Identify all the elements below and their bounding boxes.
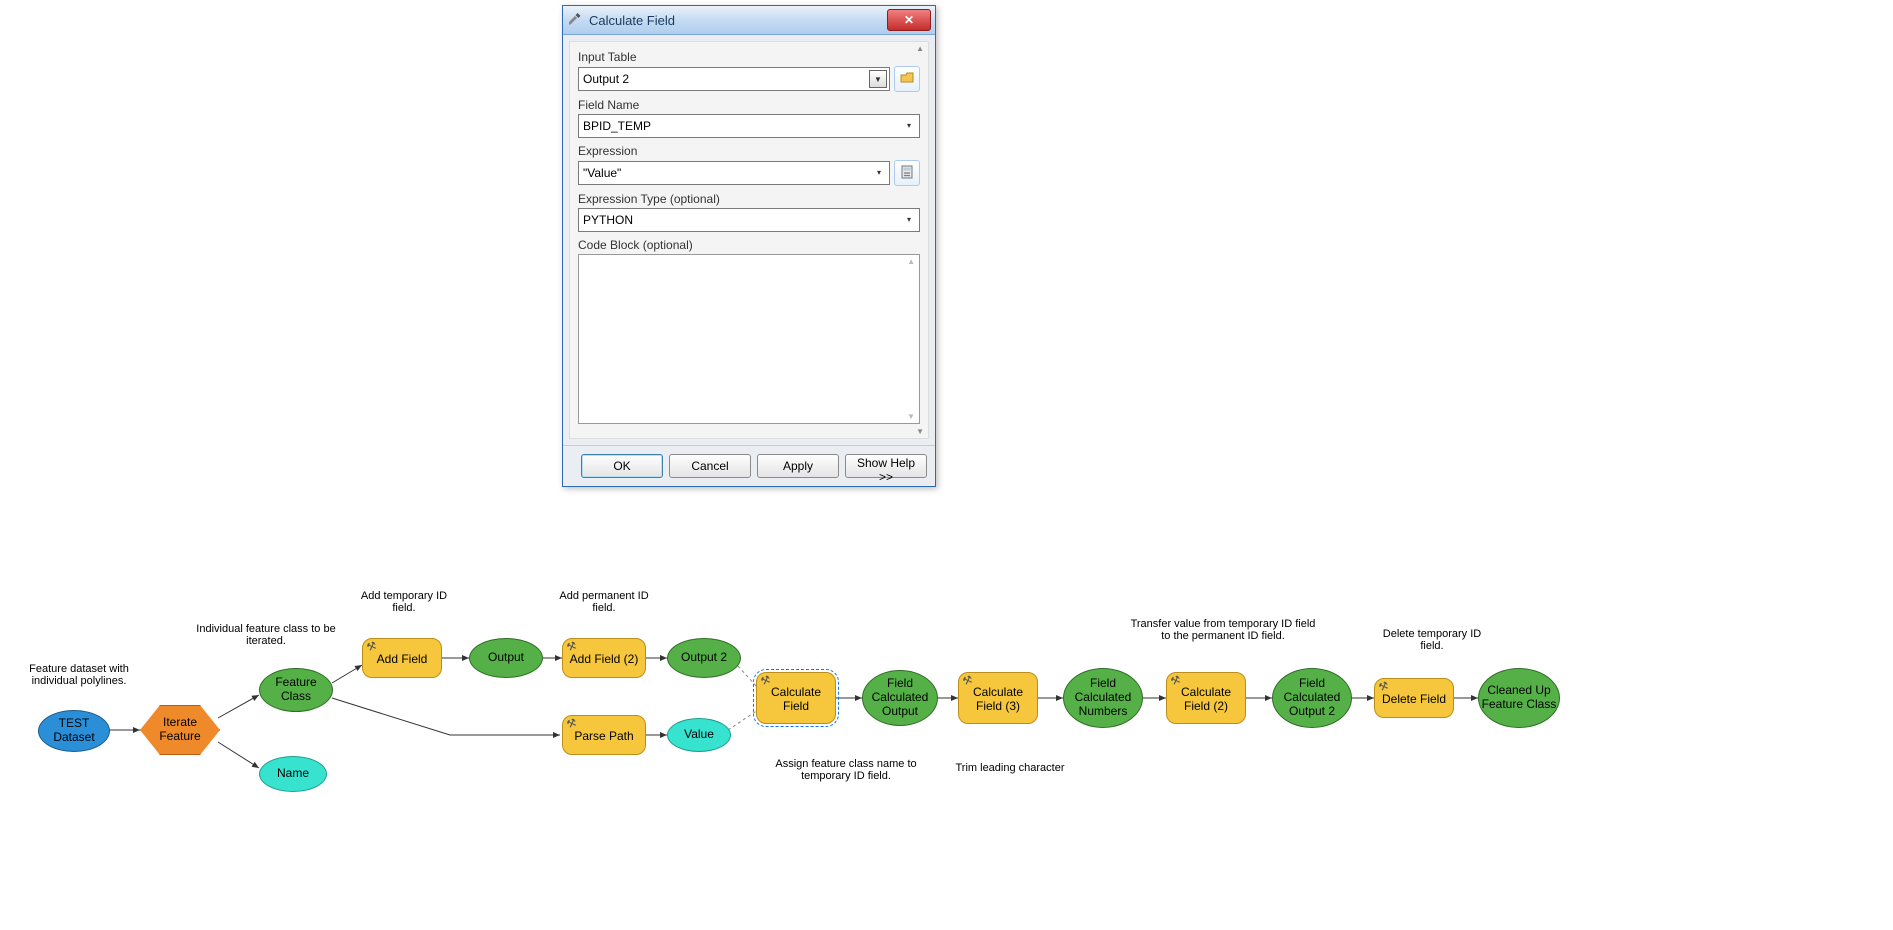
hammer-icon xyxy=(567,12,583,28)
node-label: Add Field (2) xyxy=(570,653,639,667)
node-label: Cleaned Up Feature Class xyxy=(1479,684,1559,712)
connectors xyxy=(0,550,1893,930)
apply-button[interactable]: Apply xyxy=(757,454,839,478)
caption-iterate: Individual feature class to be iterated. xyxy=(196,623,336,647)
field-name-label: Field Name xyxy=(578,98,920,112)
expression-label: Expression xyxy=(578,144,920,158)
node-label: TEST Dataset xyxy=(39,717,109,745)
folder-icon xyxy=(900,72,914,87)
ok-button[interactable]: OK xyxy=(581,454,663,478)
node-value[interactable]: Value xyxy=(667,718,731,752)
dialog-body: ▲ Input Table Output 2 ▼ Field Name BPID… xyxy=(569,41,929,439)
caption-delete: Delete temporary ID field. xyxy=(1372,628,1492,652)
dialog-button-row: OK Cancel Apply Show Help >> xyxy=(563,445,935,486)
dropdown-icon[interactable]: ▼ xyxy=(869,70,887,88)
show-help-button[interactable]: Show Help >> xyxy=(845,454,927,478)
expr-type-value: PYTHON xyxy=(583,213,633,227)
input-table-combo[interactable]: Output 2 ▼ xyxy=(578,67,890,91)
dialog-titlebar[interactable]: Calculate Field ✕ xyxy=(563,6,935,35)
field-name-combo[interactable]: BPID_TEMP ▾ xyxy=(578,114,920,138)
node-label: Add Field xyxy=(377,653,428,667)
node-iterate-feature[interactable]: Iterate Feature xyxy=(140,705,220,755)
node-output[interactable]: Output xyxy=(469,638,543,678)
close-button[interactable]: ✕ xyxy=(887,9,931,31)
scroll-down-icon: ▼ xyxy=(907,412,915,421)
node-label: Calculate Field (2) xyxy=(1167,686,1245,714)
node-label: Field Calculated Numbers xyxy=(1064,677,1142,718)
dropdown-icon[interactable]: ▾ xyxy=(901,211,917,227)
node-label: Delete Field xyxy=(1382,693,1446,707)
node-label: Feature Class xyxy=(260,676,332,704)
node-label: Field Calculated Output 2 xyxy=(1273,677,1351,718)
node-calculate-field-2[interactable]: Calculate Field (2) xyxy=(1166,672,1246,724)
expression-combo[interactable]: "Value" ▾ xyxy=(578,161,890,185)
node-label: Value xyxy=(684,728,714,742)
expression-value: "Value" xyxy=(583,166,621,180)
expr-type-label: Expression Type (optional) xyxy=(578,192,920,206)
node-add-field[interactable]: Add Field xyxy=(362,638,442,678)
expression-builder-button[interactable] xyxy=(894,160,920,186)
node-field-calc-numbers[interactable]: Field Calculated Numbers xyxy=(1063,668,1143,728)
node-cleaned-up[interactable]: Cleaned Up Feature Class xyxy=(1478,668,1560,728)
dialog-title: Calculate Field xyxy=(589,13,887,28)
dropdown-icon[interactable]: ▾ xyxy=(901,117,917,133)
caption-transfer: Transfer value from temporary ID field t… xyxy=(1130,618,1316,642)
node-parse-path[interactable]: Parse Path xyxy=(562,715,646,755)
node-add-field-2[interactable]: Add Field (2) xyxy=(562,638,646,678)
cancel-button[interactable]: Cancel xyxy=(669,454,751,478)
node-label: Output xyxy=(488,651,524,665)
code-block-label: Code Block (optional) xyxy=(578,238,920,252)
node-output-2[interactable]: Output 2 xyxy=(667,638,741,678)
calculator-icon xyxy=(901,165,913,182)
node-calculate-field[interactable]: Calculate Field xyxy=(756,672,836,724)
node-test-dataset[interactable]: TEST Dataset xyxy=(38,710,110,752)
caption-add-perm: Add permanent ID field. xyxy=(554,590,654,614)
model-flow-canvas: Feature dataset with individual polyline… xyxy=(0,550,1893,930)
node-calculate-field-3[interactable]: Calculate Field (3) xyxy=(958,672,1038,724)
dropdown-icon[interactable]: ▾ xyxy=(871,164,887,180)
node-field-calc-output[interactable]: Field Calculated Output xyxy=(862,670,938,726)
input-table-value: Output 2 xyxy=(583,72,629,86)
input-table-label: Input Table xyxy=(578,50,920,64)
browse-button[interactable] xyxy=(894,66,920,92)
node-label: Name xyxy=(277,767,309,781)
calculate-field-dialog: Calculate Field ✕ ▲ Input Table Output 2… xyxy=(562,5,936,487)
caption-trim: Trim leading character xyxy=(940,762,1080,774)
field-name-value: BPID_TEMP xyxy=(583,119,651,133)
node-label: Output 2 xyxy=(681,651,727,665)
node-label: Iterate Feature xyxy=(141,716,219,744)
node-feature-class[interactable]: Feature Class xyxy=(259,668,333,712)
code-block-textarea[interactable]: ▲ ▼ xyxy=(578,254,920,424)
node-label: Field Calculated Output xyxy=(863,677,937,718)
expr-type-combo[interactable]: PYTHON ▾ xyxy=(578,208,920,232)
node-label: Calculate Field (3) xyxy=(959,686,1037,714)
scroll-down-icon: ▼ xyxy=(916,427,924,436)
node-delete-field[interactable]: Delete Field xyxy=(1374,678,1454,718)
caption-assign: Assign feature class name to temporary I… xyxy=(756,758,936,782)
node-label: Calculate Field xyxy=(757,686,835,714)
scroll-up-icon: ▲ xyxy=(907,257,915,266)
node-field-calc-output2[interactable]: Field Calculated Output 2 xyxy=(1272,668,1352,728)
node-name[interactable]: Name xyxy=(259,756,327,792)
caption-dataset: Feature dataset with individual polyline… xyxy=(14,663,144,687)
caption-add-temp: Add temporary ID field. xyxy=(354,590,454,614)
node-label: Parse Path xyxy=(574,730,633,744)
